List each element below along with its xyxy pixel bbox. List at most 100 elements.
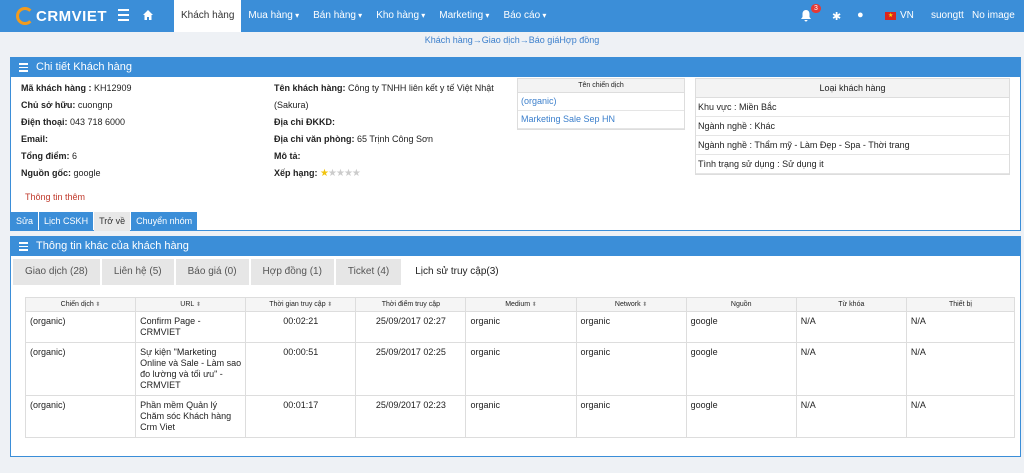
column-header[interactable]: Medium [465, 297, 577, 312]
star-icon[interactable]: ★ [336, 168, 345, 179]
table-cell: organic [575, 395, 687, 438]
star-icon[interactable]: ★ [352, 168, 361, 179]
flag-vn-icon[interactable] [885, 12, 896, 20]
menu-item-0[interactable]: Khách hàng [174, 0, 242, 32]
table-cell: N/A [905, 395, 1016, 438]
avatar[interactable]: No image [972, 0, 1015, 32]
detail-mid-row: Địa chỉ văn phòng: 65 Trịnh Công Sơn [274, 131, 514, 148]
field-value: google [71, 168, 101, 178]
table-cell: organic [575, 342, 687, 396]
logo-text: CRMVIET [36, 7, 107, 25]
tab-5[interactable]: Lịch sử truy cập(3) [403, 259, 511, 285]
menu-item-2[interactable]: Bán hàng [306, 0, 369, 32]
tab-3[interactable]: Hợp đồng (1) [250, 259, 334, 285]
customer-type-header: Loại khách hàng [696, 79, 1009, 98]
table-cell: N/A [795, 395, 907, 438]
detail-left-row: Mã khách hàng : KH12909 [21, 80, 271, 97]
menu-item-4[interactable]: Marketing [432, 0, 496, 32]
column-header[interactable]: Từ khóa [795, 297, 907, 312]
drop-icon[interactable]: ● [857, 9, 864, 21]
bell-icon[interactable] [800, 9, 812, 22]
field-value: cuongnp [75, 100, 113, 110]
table-cell: organic [465, 342, 577, 396]
menu-item-3[interactable]: Kho hàng [369, 0, 432, 32]
field-label: Chủ sở hữu: [21, 100, 76, 110]
menu-item-1[interactable]: Mua hàng [241, 0, 306, 32]
table-row: (organic) Sự kiện "Marketing Online và Sa… [24, 342, 1016, 396]
field-label: Email: [21, 134, 49, 144]
username[interactable]: suongtt [931, 0, 964, 32]
table-cell: 25/09/2017 02:25 [355, 342, 467, 396]
campaign-table: Tên chiến dịch (organic) Marketing Sale S… [517, 78, 685, 130]
detail-left-row: Chủ sở hữu: cuongnp [21, 97, 271, 114]
panel-title: Thông tin khác của khách hàng [36, 240, 189, 252]
star-icon[interactable]: ★ [328, 168, 337, 179]
field-label: Địa chỉ văn phòng: [274, 134, 355, 144]
language-selector[interactable]: VN [900, 0, 914, 32]
table-cell: Confirm Page - CRMVIET [135, 311, 247, 343]
star-icon[interactable]: ★ [320, 168, 329, 179]
detail-mid-row: Mô tả: [274, 148, 514, 165]
table-cell: 25/09/2017 02:23 [355, 395, 467, 438]
table-cell: N/A [905, 342, 1016, 396]
menu-item-5[interactable]: Báo cáo [496, 0, 553, 32]
action-buttons: Sửa Lịch CSKH Trở về Chuyển nhóm [11, 212, 198, 231]
notification-badge: 3 [811, 4, 821, 13]
top-navbar: CRMVIET Khách hàngMua hàngBán hàngKho hà… [0, 0, 1024, 32]
customer-type-table: Loại khách hàng Khu vực : Miền Bắc Ngành … [695, 78, 1010, 175]
panel-title: Chi tiết Khách hàng [36, 61, 133, 73]
action-button-3[interactable]: Chuyển nhóm [131, 212, 198, 231]
action-button-1[interactable]: Lịch CSKH [39, 212, 94, 231]
column-header[interactable]: Chiến dịch [24, 297, 137, 312]
other-info-panel: Thông tin khác của khách hàng Giao dịch … [10, 236, 1021, 457]
field-label: Mã khách hàng : [21, 83, 92, 93]
table-row: (organic) Confirm Page - CRMVIET 00:02:21 2… [24, 311, 1016, 343]
tab-2[interactable]: Báo giá (0) [175, 259, 249, 285]
table-cell: N/A [795, 342, 907, 396]
list-icon [19, 240, 28, 253]
detail-left-row: Tổng điểm: 6 [21, 148, 271, 165]
rating-stars[interactable]: ★★★★★ [320, 168, 361, 179]
table-cell: (organic) [24, 395, 137, 438]
tab-4[interactable]: Ticket (4) [335, 259, 402, 285]
gear-icon[interactable]: ✱ [832, 10, 841, 23]
panel-header: Chi tiết Khách hàng [11, 58, 1020, 77]
table-cell: (organic) [24, 342, 137, 396]
detail-mid-row: Tên khách hàng: Công ty TNHH liên kết y … [274, 80, 514, 114]
customer-detail-panel: Chi tiết Khách hàng Mã khách hàng : KH12… [10, 57, 1021, 231]
menu-toggle-icon[interactable] [118, 9, 129, 24]
column-header[interactable]: Nguồn [685, 297, 797, 312]
customer-type-row: Ngành nghề : Thẩm mỹ - Làm Đẹp - Spa - T… [696, 136, 1009, 155]
tab-bar: Giao dịch (28) Liên hệ (5) Báo giá (0) Hợp … [11, 259, 1020, 285]
main-menu: Khách hàngMua hàngBán hàngKho hàngMarket… [174, 0, 553, 32]
field-label: Địa chỉ ĐKKD: [274, 117, 336, 127]
more-info-link[interactable]: Thông tin thêm [25, 192, 85, 202]
detail-mid-row: Xếp hạng: ★★★★★ [274, 165, 514, 182]
campaign-link[interactable]: (organic) [518, 93, 684, 111]
campaign-header: Tên chiến dịch [518, 79, 684, 93]
field-value: KH12909 [91, 83, 132, 93]
campaign-link[interactable]: Marketing Sale Sep HN [518, 111, 684, 129]
table-cell: Phần mềm Quản lý Chăm sóc Khách hàng Crm… [135, 395, 247, 438]
table-cell: google [685, 311, 797, 343]
action-button-0[interactable]: Sửa [11, 212, 39, 231]
column-header[interactable]: URL [135, 297, 247, 312]
star-icon[interactable]: ★ [344, 168, 353, 179]
table-cell: 25/09/2017 02:27 [355, 311, 467, 343]
breadcrumb[interactable]: Khách hàng→Giao dịch→Báo giáHợp đồng [0, 32, 1024, 51]
access-history-table: Chiến dịchURLThời gian truy cậpThời điểm… [24, 297, 1016, 438]
column-header[interactable]: Thiết bị [905, 297, 1016, 312]
field-value: 043 718 6000 [67, 117, 126, 127]
logo[interactable]: CRMVIET [16, 5, 107, 27]
column-header[interactable]: Thời điểm truy cập [355, 297, 467, 312]
detail-mid-row: Địa chỉ ĐKKD: [274, 114, 514, 131]
table-cell: (organic) [24, 311, 137, 343]
table-cell: N/A [795, 311, 907, 343]
column-header[interactable]: Thời gian truy cập [245, 297, 357, 312]
column-header[interactable]: Network [575, 297, 687, 312]
field-value: 6 [69, 151, 78, 161]
tab-1[interactable]: Liên hệ (5) [101, 259, 174, 285]
tab-0[interactable]: Giao dịch (28) [13, 259, 100, 285]
action-button-2[interactable]: Trở về [94, 212, 131, 231]
home-icon[interactable] [142, 9, 154, 21]
